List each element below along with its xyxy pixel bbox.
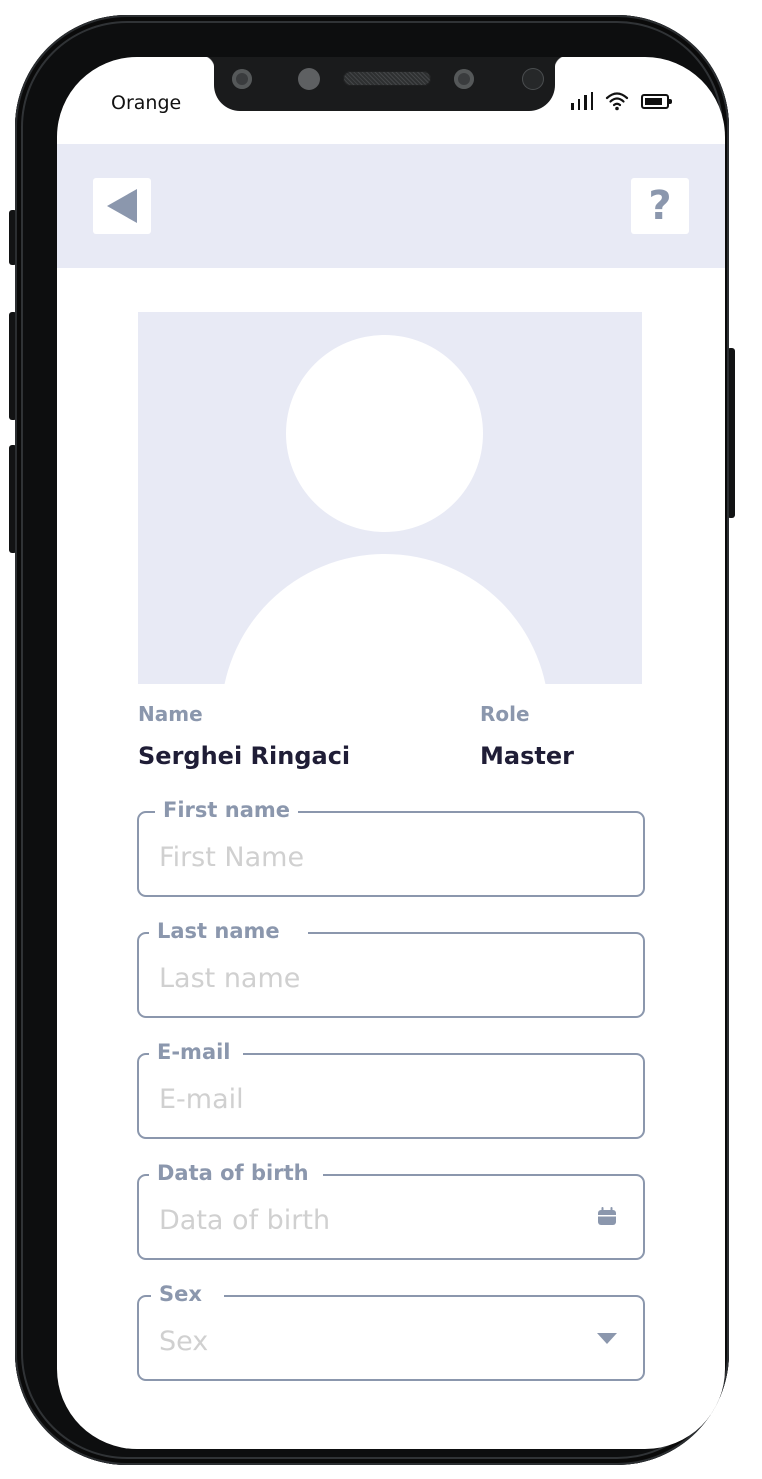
- date-of-birth-input[interactable]: [159, 1198, 589, 1242]
- sensor-icon: [232, 69, 252, 89]
- last-name-field: Last name: [137, 916, 645, 1018]
- email-field: E-mail: [137, 1037, 645, 1139]
- proximity-sensor-icon: [298, 68, 320, 90]
- sex-select-value[interactable]: [159, 1319, 589, 1363]
- earpiece-speaker: [343, 71, 431, 86]
- carrier-name: Orange: [111, 92, 182, 114]
- last-name-input[interactable]: [159, 956, 589, 1000]
- notch: [201, 57, 568, 111]
- first-name-field: First name: [137, 795, 645, 897]
- phone-frame: Orange ? Name Serghei Ringaci Role Maste…: [15, 15, 729, 1465]
- role-value: Master: [480, 742, 574, 770]
- signal-icon: [571, 92, 593, 110]
- first-name-input[interactable]: [159, 835, 589, 879]
- phone-screen: Orange ? Name Serghei Ringaci Role Maste…: [57, 57, 725, 1449]
- avatar-placeholder[interactable]: [138, 312, 642, 684]
- role-label: Role: [480, 702, 530, 726]
- sex-label: Sex: [151, 1279, 224, 1309]
- back-button[interactable]: [93, 178, 151, 234]
- first-name-label: First name: [155, 795, 298, 825]
- front-camera-icon: [522, 68, 544, 90]
- email-label: E-mail: [149, 1037, 243, 1067]
- battery-icon: [641, 93, 672, 109]
- calendar-icon[interactable]: [597, 1206, 617, 1226]
- email-input[interactable]: [159, 1077, 589, 1121]
- name-value: Serghei Ringaci: [138, 742, 351, 770]
- sex-select[interactable]: Sex: [137, 1279, 645, 1381]
- help-icon: ?: [648, 183, 672, 229]
- last-name-label: Last name: [149, 916, 308, 946]
- user-placeholder-icon-head: [286, 335, 483, 532]
- back-triangle-icon: [107, 189, 137, 223]
- status-icons: [571, 91, 672, 111]
- user-placeholder-icon-body: [221, 554, 549, 684]
- date-of-birth-field: Data of birth: [137, 1158, 645, 1260]
- wifi-icon: [605, 92, 629, 111]
- date-of-birth-label: Data of birth: [149, 1158, 323, 1188]
- sensor-icon: [454, 69, 474, 89]
- app-header: ?: [57, 144, 725, 268]
- help-button[interactable]: ?: [631, 178, 689, 234]
- dropdown-caret-icon[interactable]: [597, 1333, 617, 1345]
- name-label: Name: [138, 702, 203, 726]
